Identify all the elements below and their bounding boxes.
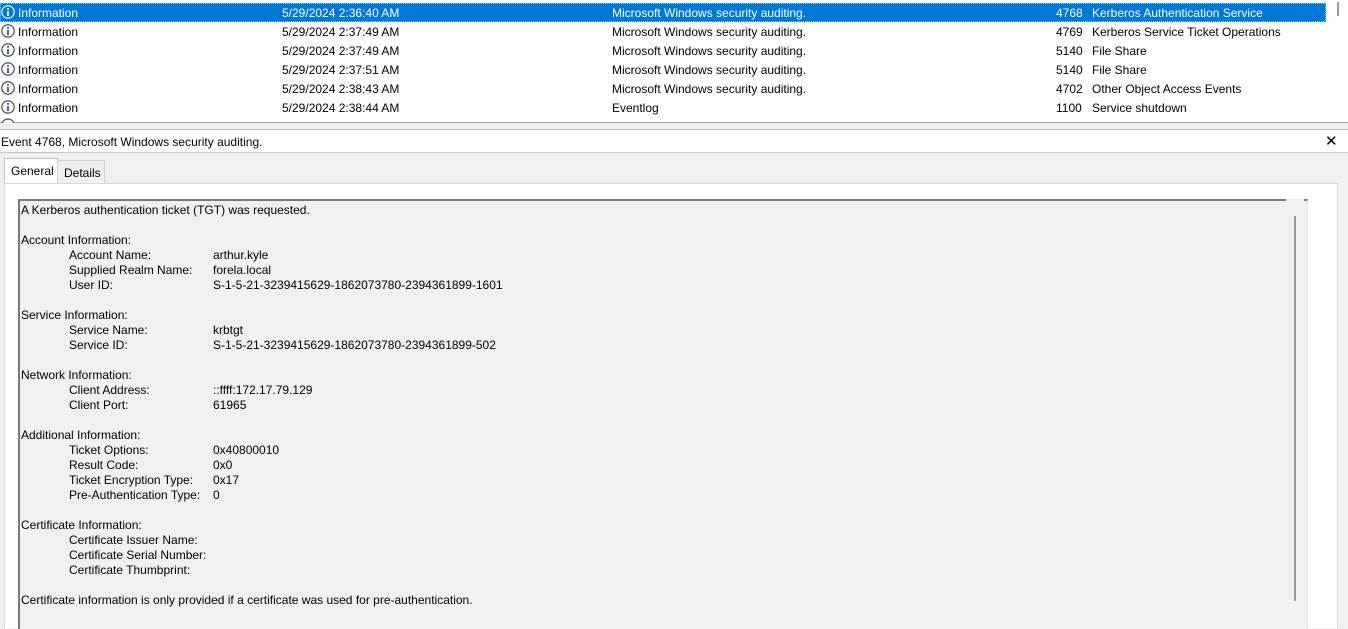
certificate-section-title: Certificate Information:: [21, 518, 142, 532]
user-id-value: S-1-5-21-3239415629-1862073780-239436189…: [213, 278, 503, 292]
event-row[interactable]: Information 5/29/2024 2:36:40 AM Microsoft…: [0, 3, 1326, 22]
event-date: 5/29/2024 2:37:49 AM: [282, 25, 400, 39]
information-icon: [1, 100, 15, 114]
event-date: 5/29/2024 2:36:40 AM: [282, 6, 400, 20]
event-description[interactable]: [18, 199, 1308, 629]
account-name-value: arthur.kyle: [213, 248, 269, 262]
event-row[interactable]: Information 5/29/2024 2:37:49 AM Microsoft…: [0, 22, 1326, 41]
ticket-options-value: 0x40800010: [213, 443, 280, 457]
service-name-label: Service Name:: [69, 323, 148, 337]
event-date: 5/29/2024 2:37:51 AM: [282, 63, 400, 77]
service-section-title: Service Information:: [21, 308, 128, 322]
event-source: Microsoft Windows security auditing.: [612, 82, 807, 96]
event-level: Information: [18, 25, 79, 39]
event-level: Information: [18, 82, 79, 96]
event-level: Information: [18, 44, 79, 58]
preauth-type-value: 0: [213, 488, 220, 502]
description-scrollbar[interactable]: [1286, 199, 1304, 627]
service-id-label: Service ID:: [69, 338, 128, 352]
event-source: Eventlog: [612, 101, 659, 115]
event-task-category: Other Object Access Events: [1092, 82, 1242, 96]
client-address-value: ::ffff:172.17.79.129: [213, 383, 313, 397]
account-name-label: Account Name:: [69, 248, 152, 262]
event-row[interactable]: Information 5/29/2024 2:38:44 AM Eventlog 1…: [0, 98, 1326, 117]
event-source: Microsoft Windows security auditing.: [612, 6, 807, 20]
realm-label: Supplied Realm Name:: [69, 263, 193, 277]
event-id: 4702: [1056, 82, 1083, 96]
client-address-label: Client Address:: [69, 383, 150, 397]
event-level: Information: [18, 101, 79, 115]
event-list-scroll-thumb[interactable]: [1337, 2, 1339, 16]
event-id: 4768: [1056, 6, 1083, 20]
event-task-category: File Share: [1092, 63, 1147, 77]
account-section-title: Account Information:: [21, 233, 132, 247]
pane-splitter[interactable]: [0, 123, 1348, 130]
tab-details-label: Details: [64, 166, 101, 180]
user-id-label: User ID:: [69, 278, 114, 292]
event-level: Information: [18, 6, 79, 20]
event-level: Information: [18, 63, 79, 77]
cert-issuer-label: Certificate Issuer Name:: [69, 533, 198, 547]
information-icon: [1, 62, 15, 76]
additional-section-title: Additional Information:: [21, 428, 141, 442]
event-summary: A Kerberos authentication ticket (TGT) w…: [21, 203, 310, 217]
result-code-label: Result Code:: [69, 458, 139, 472]
service-id-value: S-1-5-21-3239415629-1862073780-239436189…: [213, 338, 496, 352]
preauth-type-label: Pre-Authentication Type:: [69, 488, 201, 502]
tab-details[interactable]: Details: [57, 160, 105, 183]
event-task-category: Kerberos Service Ticket Operations: [1092, 25, 1281, 39]
encryption-type-label: Ticket Encryption Type:: [69, 473, 194, 487]
event-row[interactable]: Information 5/29/2024 2:37:51 AM Microsoft…: [0, 60, 1326, 79]
description-scroll-thumb[interactable]: [1294, 216, 1296, 601]
event-list-scrollbar[interactable]: [1328, 0, 1348, 122]
ticket-options-label: Ticket Options:: [69, 443, 149, 457]
information-icon: [1, 81, 15, 95]
tab-general-label: General: [11, 164, 54, 178]
close-icon[interactable]: ✕: [1325, 132, 1338, 150]
result-code-value: 0x0: [213, 458, 233, 472]
encryption-type-value: 0x17: [213, 473, 240, 487]
event-task-category: Service shutdown: [1092, 101, 1187, 115]
event-source: Microsoft Windows security auditing.: [612, 44, 807, 58]
realm-value: forela.local: [213, 263, 272, 277]
client-port-value: 61965: [213, 398, 247, 412]
event-date: 5/29/2024 2:37:49 AM: [282, 44, 400, 58]
event-date: 5/29/2024 2:38:44 AM: [282, 101, 400, 115]
certificate-footer-note: Certificate information is only provided…: [21, 593, 473, 607]
cert-thumbprint-label: Certificate Thumbprint:: [69, 563, 191, 577]
information-icon: [1, 24, 15, 38]
event-detail-header: Event 4768, Microsoft Windows security a…: [0, 130, 1348, 153]
event-id: 5140: [1056, 63, 1083, 77]
information-icon: [1, 43, 15, 57]
network-section-title: Network Information:: [21, 368, 132, 382]
event-task-category: Kerberos Authentication Service: [1092, 6, 1263, 20]
event-row[interactable]: Information 5/29/2024 2:37:49 AM Microsoft…: [0, 41, 1326, 60]
service-name-value: krbtgt: [213, 323, 244, 337]
event-task-category: File Share: [1092, 44, 1147, 58]
client-port-label: Client Port:: [69, 398, 129, 412]
information-icon: [1, 5, 15, 19]
event-source: Microsoft Windows security auditing.: [612, 63, 807, 77]
tab-general[interactable]: General: [4, 158, 58, 183]
event-id: 4769: [1056, 25, 1083, 39]
event-date: 5/29/2024 2:38:43 AM: [282, 82, 400, 96]
event-detail-title: Event 4768, Microsoft Windows security a…: [1, 135, 263, 149]
event-id: 1100: [1056, 101, 1082, 115]
event-source: Microsoft Windows security auditing.: [612, 25, 807, 39]
event-list[interactable]: Information 5/29/2024 2:36:40 AM Microsoft…: [0, 0, 1348, 123]
event-id: 5140: [1056, 44, 1083, 58]
cert-serial-label: Certificate Serial Number:: [69, 548, 207, 562]
event-row[interactable]: Information 5/29/2024 2:38:43 AM Microsoft…: [0, 79, 1326, 98]
